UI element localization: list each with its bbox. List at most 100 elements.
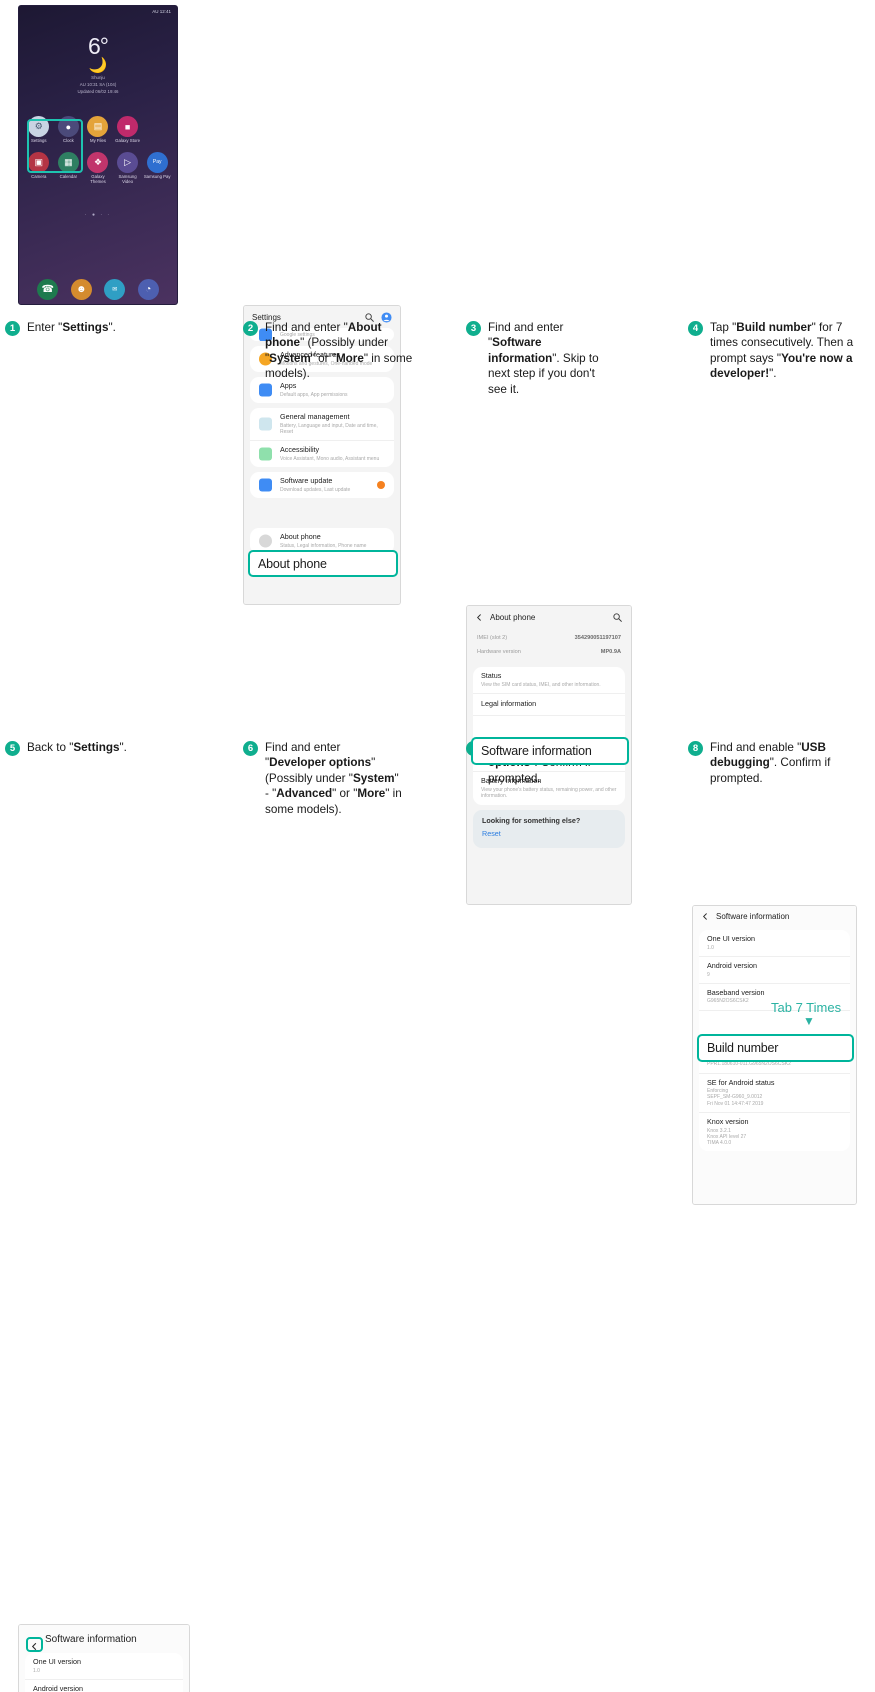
- caption-step-2: 2 Find and enter "About phone" (Possibly…: [243, 320, 423, 382]
- caption-step-3: 3 Find and enter "Software information".…: [466, 320, 616, 397]
- chevron-left-icon[interactable]: [701, 912, 710, 921]
- accessibility-icon: [259, 447, 272, 461]
- software-update-icon: [259, 478, 272, 492]
- kv-key: Hardware version: [477, 649, 521, 655]
- dock-bar: ☎ ☻ ✉ ◔: [19, 279, 177, 300]
- app-galaxy-store[interactable]: ■ Galaxy Store: [113, 116, 143, 144]
- row-sub: Enforcing SEPF_SM-G960_9.0012 Fri Nov 01…: [707, 1088, 764, 1107]
- kv-value: 354290051197107: [574, 635, 621, 641]
- dock-contacts[interactable]: ☻: [65, 279, 99, 300]
- step-number: 2: [243, 321, 258, 336]
- info-row-android-version: Android version 9: [25, 1678, 183, 1692]
- software-info-card-2: One UI version 1.0 Android version 9 Bas…: [25, 1653, 183, 1692]
- reset-link[interactable]: Reset: [482, 830, 616, 839]
- highlight-box-about-phone: About phone: [248, 550, 398, 577]
- step-number: 4: [688, 321, 703, 336]
- settings-row-accessibility[interactable]: Accessibility Voice Assistant, Mono audi…: [250, 440, 394, 467]
- info-row-one-ui-version: One UI version 1.0: [699, 930, 850, 956]
- down-arrow-icon: ▼: [803, 1014, 815, 1028]
- highlight-box-software-information: Software information: [471, 737, 629, 765]
- status-bar: AU 12:41: [19, 6, 177, 17]
- highlight-box-build-number: Build number: [697, 1034, 854, 1062]
- step-text: Find and enable "USB debugging". Confirm…: [710, 741, 831, 785]
- kv-row: Hardware version MP0.9A: [467, 645, 631, 659]
- row-title: Status: [481, 671, 502, 680]
- chevron-left-icon: [31, 1642, 37, 1651]
- internet-icon: ◔: [137, 279, 159, 300]
- update-badge-dot: [377, 481, 385, 489]
- row-title: One UI version: [33, 1657, 81, 1666]
- weather-condition: Shunju: [91, 75, 105, 80]
- weather-widget[interactable]: 6° 🌙 Shunju AU 10:31 SA (104) Updated 06…: [19, 33, 177, 94]
- apps-icon: [259, 383, 272, 397]
- app-label: Galaxy Themes: [90, 173, 106, 184]
- dock-internet[interactable]: ◔: [132, 279, 166, 300]
- page-title: About phone: [490, 613, 536, 622]
- software-info-top-bar-2: Software information: [19, 1625, 189, 1653]
- step-text: Enter "Settings".: [27, 321, 116, 334]
- caption-step-5: 5 Back to "Settings".: [5, 740, 205, 756]
- tap-7-times-annotation: Tab 7 Times: [771, 1000, 842, 1015]
- phone-screenshot-3: About phone IMEI (slot 2) 35429005119710…: [466, 605, 632, 905]
- app-samsung-video[interactable]: ▷ Samsung Video: [113, 151, 143, 185]
- app-my-files[interactable]: ▤ My Files: [83, 116, 113, 144]
- about-row-status[interactable]: Status View the SIM card status, IMEI, a…: [473, 667, 625, 693]
- phone-screenshot-1: AU 12:41 6° 🌙 Shunju AU 10:31 SA (104) U…: [18, 5, 178, 305]
- dock-messages[interactable]: ✉: [98, 279, 132, 300]
- settings-row-title: Accessibility: [280, 445, 320, 455]
- phone-screenshot-4: Software information One UI version 1.0 …: [692, 905, 857, 1205]
- settings-row-title: Apps: [280, 381, 297, 391]
- kv-value: MP0.9A: [600, 649, 621, 655]
- looking-for-title: Looking for something else?: [482, 815, 581, 825]
- search-icon[interactable]: [612, 612, 623, 623]
- row-sub: PPR1.180610-011.G965N2OS6CSK2: [707, 1061, 791, 1068]
- info-icon: [259, 534, 272, 548]
- store-icon: ■: [117, 116, 139, 137]
- app-galaxy-themes[interactable]: ❖ Galaxy Themes: [83, 151, 113, 185]
- info-row-one-ui-version: One UI version 1.0: [25, 1653, 183, 1679]
- about-phone-top-bar: About phone: [467, 606, 631, 628]
- step-number: 1: [5, 321, 20, 336]
- general-management-icon: [259, 417, 272, 431]
- row-title: Baseband version: [707, 987, 765, 997]
- caption-step-4: 4 Tap "Build number" for 7 times consecu…: [688, 320, 873, 382]
- caption-step-6: 6 Find and enter "Developer options" (Po…: [243, 740, 403, 817]
- row-title: SE for Android status: [707, 1077, 775, 1087]
- step-number: 8: [688, 741, 703, 756]
- video-icon: ▷: [117, 151, 139, 173]
- kv-key: IMEI (slot 2): [477, 635, 508, 641]
- app-samsung-pay[interactable]: Pay Samsung Pay: [142, 151, 172, 185]
- info-row-knox-version: Knox version Knox 3.2.1 Knox API level 2…: [699, 1111, 850, 1151]
- row-sub: 9: [707, 971, 710, 978]
- settings-row-sub: Download updates, Last update: [280, 486, 351, 493]
- contacts-icon: ☻: [70, 279, 92, 300]
- settings-row-software-update[interactable]: Software update Download updates, Last u…: [250, 472, 394, 498]
- step-number: 5: [5, 741, 20, 756]
- settings-card-4: General management Battery, Language and…: [250, 408, 394, 468]
- settings-row-sub: Voice Assistant, Mono audio, Assistant m…: [280, 455, 380, 462]
- step-text: Back to "Settings".: [27, 741, 127, 754]
- row-title: Legal information: [481, 698, 537, 708]
- app-label: Galaxy Store: [115, 138, 141, 143]
- app-label: Samsung Video: [118, 173, 137, 184]
- chevron-left-icon[interactable]: [475, 613, 484, 622]
- row-title: Android version: [707, 960, 757, 970]
- dock-phone[interactable]: ☎: [31, 279, 65, 300]
- settings-row-general-management[interactable]: General management Battery, Language and…: [250, 408, 394, 440]
- about-row-legal-information[interactable]: Legal information: [473, 692, 625, 715]
- folder-icon: ▤: [87, 116, 109, 137]
- row-title: Android version: [33, 1683, 83, 1692]
- settings-card-5: Software update Download updates, Last u…: [250, 472, 394, 498]
- looking-for-card: Looking for something else? Reset: [473, 809, 625, 848]
- step-text: Tap "Build number" for 7 times consecuti…: [710, 321, 854, 381]
- status-bar-text: AU 12:41: [152, 9, 171, 14]
- phone-screenshot-5: Software information One UI version 1.0 …: [18, 1624, 190, 1692]
- settings-row-title: General management: [280, 412, 350, 422]
- moon-cloud-icon: 🌙: [88, 57, 108, 74]
- highlight-box-settings-app: [27, 119, 83, 173]
- row-sub: 1.0: [33, 1667, 40, 1674]
- kv-row: IMEI (slot 2) 354290051197107: [467, 631, 631, 645]
- info-row-android-version: Android version 9: [699, 955, 850, 983]
- row-sub: Knox 3.2.1 Knox API level 27 TIMA 4.0.0: [707, 1127, 747, 1147]
- highlight-box-back-button[interactable]: [26, 1637, 43, 1652]
